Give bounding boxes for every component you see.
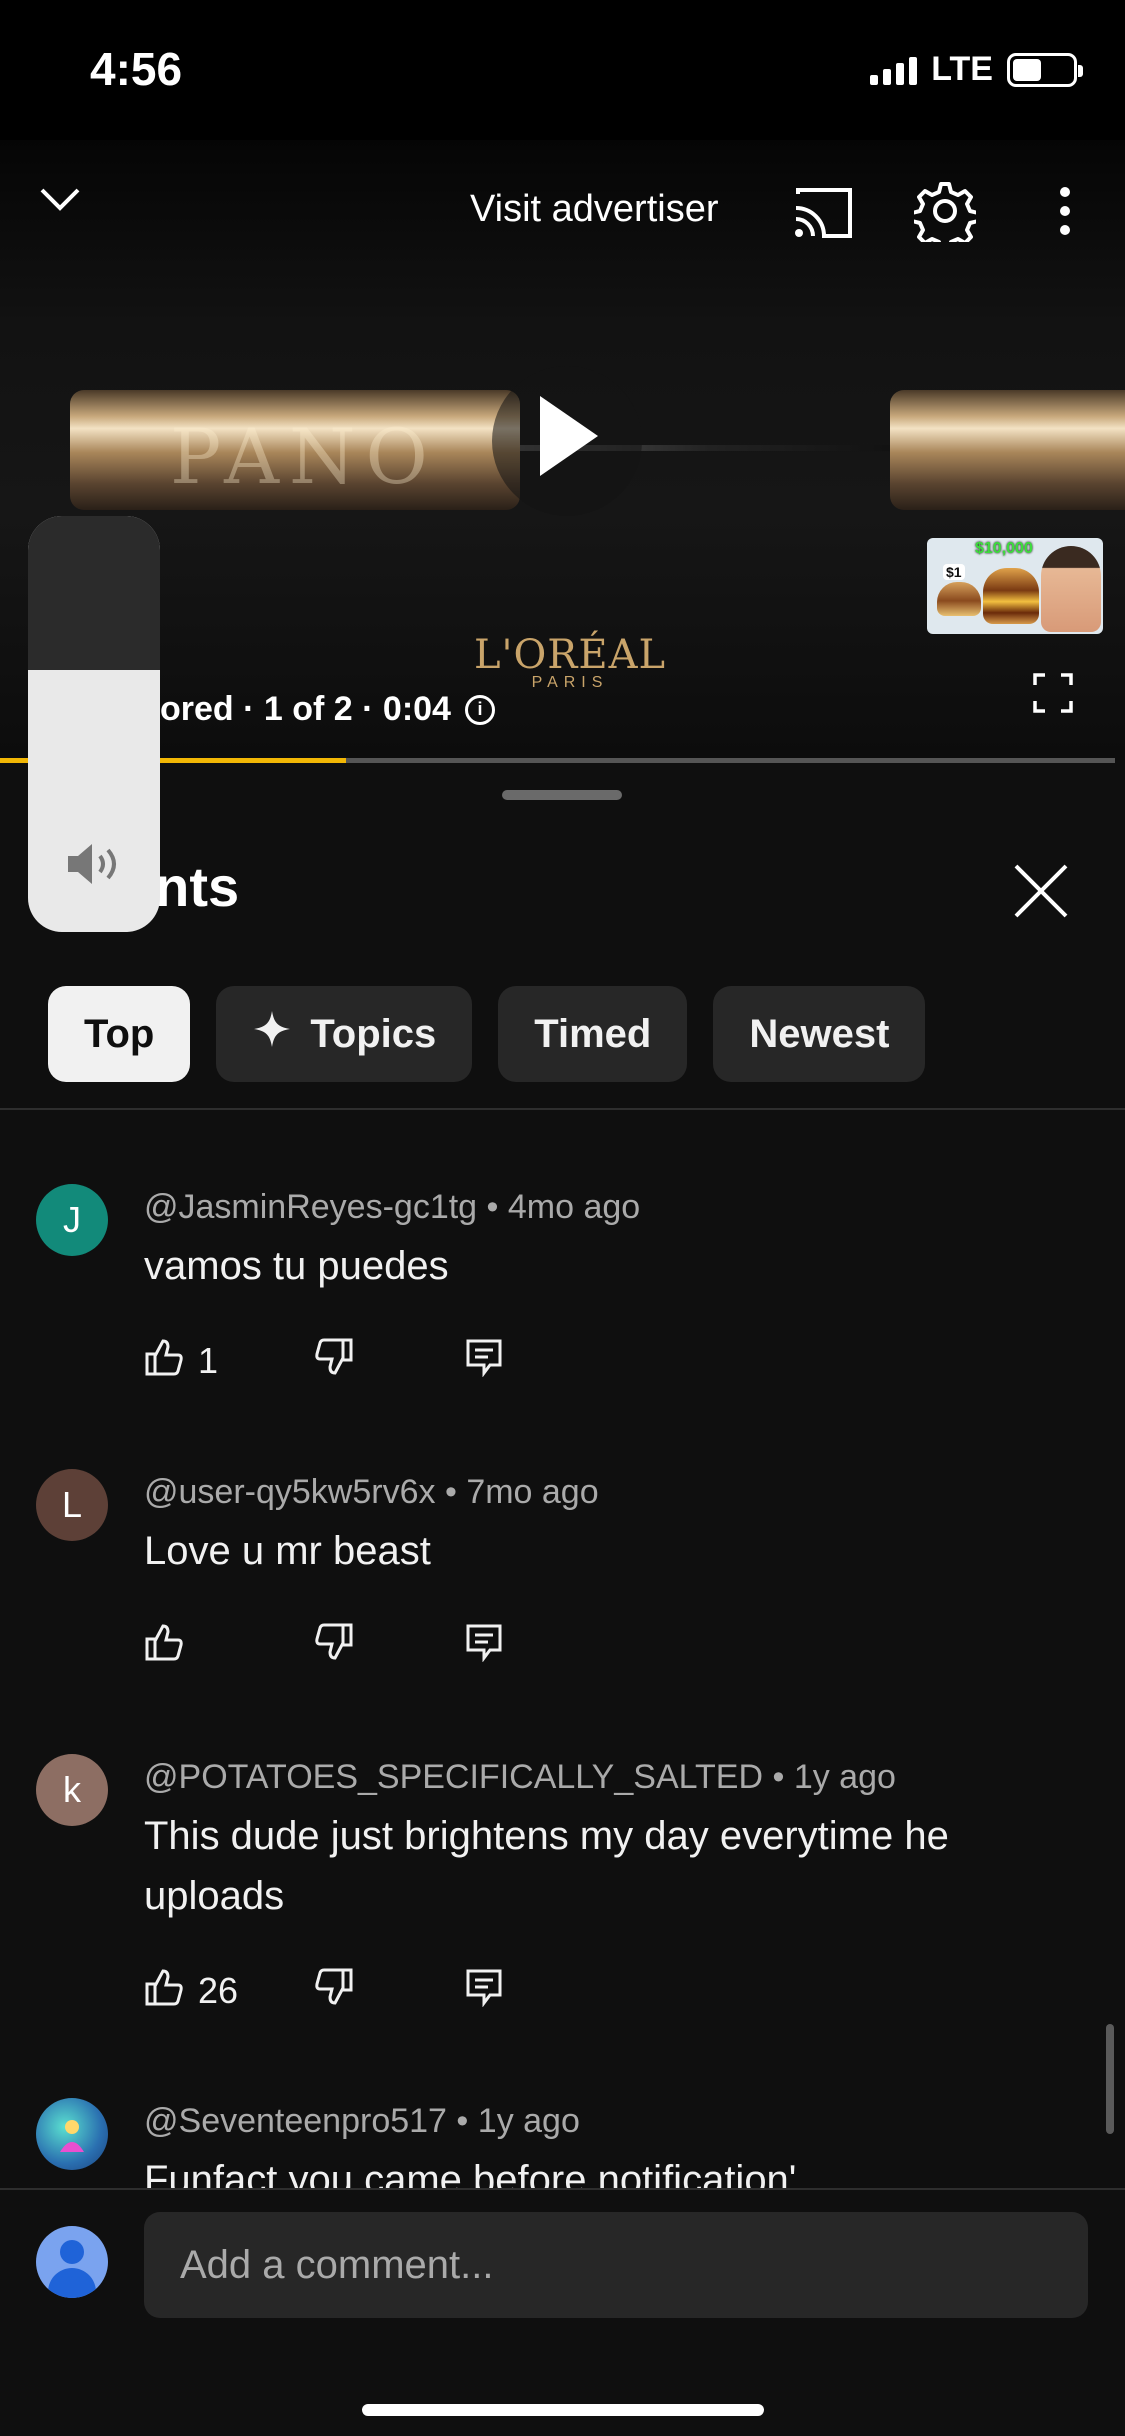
user-avatar-icon [36,2226,108,2298]
creator-face-image [1041,546,1101,632]
info-icon[interactable]: i [464,694,495,725]
next-video-thumbnail[interactable]: $10,000 $1 [927,538,1103,634]
thumbs-up-icon [144,1967,184,2016]
avatar[interactable]: J [36,1184,108,1256]
burger-image [937,582,981,616]
filter-chip-newest[interactable]: Newest [713,986,926,1082]
cellular-signal-icon [870,55,918,85]
like-count: 26 [198,1970,239,2011]
filter-chip-topics[interactable]: Topics [216,986,473,1082]
thumbs-down-icon [314,1337,354,1386]
reply-icon [464,1622,504,1671]
sparkle-icon [252,1009,292,1059]
play-icon[interactable] [540,396,598,476]
comment-meta: @POTATOES_SPECIFICALLY_SALTED • 1y ago [144,1758,896,1796]
like-button[interactable]: 26 [144,1967,314,2016]
comment-age: 1y ago [477,2102,580,2140]
status-time: 4:56 [90,43,183,95]
reply-button[interactable] [464,1622,504,1671]
burger-image [983,568,1039,624]
reply-button[interactable] [464,1967,504,2016]
thumbs-up-icon [144,1622,184,1671]
avatar[interactable]: L [36,1469,108,1541]
visit-advertiser-button[interactable]: Visit advertiser [470,188,719,231]
filter-chip-top[interactable]: Top [48,986,191,1082]
ad-info-text: ored · 1 of 2 · 0:04 i [160,690,495,729]
add-comment-bar [0,2188,1125,2436]
thumbs-up-icon [144,1337,184,1386]
dislike-button[interactable] [314,1337,464,1386]
reply-icon [464,1337,504,1386]
like-button[interactable] [144,1622,314,1671]
dislike-button[interactable] [314,1622,464,1671]
battery-icon [1007,52,1083,87]
volume-slider[interactable] [28,516,160,932]
comment-item: @Seventeenpro517 • 1y ago Funfact you ca… [0,2098,1125,2188]
comment-author[interactable]: @user-qy5kw5rv6x [144,1473,436,1511]
advertiser-logo: L'ORÉAL PARIS [473,632,667,691]
avatar[interactable]: k [36,1754,108,1826]
comment-author[interactable]: @Seventeenpro517 [144,2102,447,2140]
comments-panel: nments Top Topics Timed Newest J @Jasmin… [0,764,1125,2436]
ad-progress-bar[interactable] [0,758,1115,763]
comment-author[interactable]: @POTATOES_SPECIFICALLY_SALTED [144,1758,763,1796]
status-bar: 4:56 LTE [0,0,1125,140]
minimize-chevron-icon[interactable] [30,170,90,230]
comment-actions [144,1621,504,1671]
comment-text: Love u mr beast [144,1529,431,1573]
comment-age: 1y ago [793,1758,896,1796]
reply-icon [464,1967,504,2016]
avatar-figure-icon [60,2120,84,2152]
cast-icon[interactable] [790,180,856,246]
comment-meta: @JasminReyes-gc1tg • 4mo ago [144,1188,641,1226]
ad-product-image-cap [890,390,1125,510]
comment-author[interactable]: @JasminReyes-gc1tg [144,1188,477,1226]
comment-filter-chips: Top Topics Timed Newest [48,986,926,1082]
close-icon[interactable] [1010,860,1072,922]
comment-meta: @Seventeenpro517 • 1y ago [144,2102,580,2140]
comment-actions: 26 [144,1966,504,2016]
dislike-button[interactable] [314,1967,464,2016]
more-options-icon[interactable] [1040,176,1090,246]
home-indicator[interactable] [362,2404,764,2416]
scrollbar[interactable] [1106,2024,1114,2134]
settings-gear-icon[interactable] [910,176,980,246]
comment-meta: @user-qy5kw5rv6x • 7mo ago [144,1473,599,1511]
ad-product-image: PANO [70,390,520,510]
comment-text: This dude just brightens my day everytim… [144,1814,949,1918]
comment-age: 7mo ago [466,1473,599,1511]
comment-text: Funfact you came before notification' [144,2158,797,2188]
filter-chip-timed[interactable]: Timed [498,986,688,1082]
divider [0,1108,1125,1110]
avatar[interactable] [36,2098,108,2170]
reply-button[interactable] [464,1337,504,1386]
volume-slider-empty [28,516,160,670]
thumbs-down-icon [314,1622,354,1671]
status-indicators: LTE [870,50,1083,89]
like-button[interactable]: 1 [144,1337,314,1386]
speaker-icon [64,840,126,893]
add-comment-input[interactable] [144,2212,1088,2318]
network-type: LTE [931,50,993,88]
video-player[interactable]: Visit advertiser PANO L'ORÉAL PARIS $10,… [0,140,1125,760]
fullscreen-icon[interactable] [1030,670,1076,716]
comment-text: vamos tu puedes [144,1244,449,1288]
drag-handle[interactable] [502,790,622,800]
comment-age: 4mo ago [507,1188,641,1226]
like-count: 1 [198,1340,219,1381]
thumbs-down-icon [314,1967,354,2016]
comment-actions: 1 [144,1336,504,1386]
